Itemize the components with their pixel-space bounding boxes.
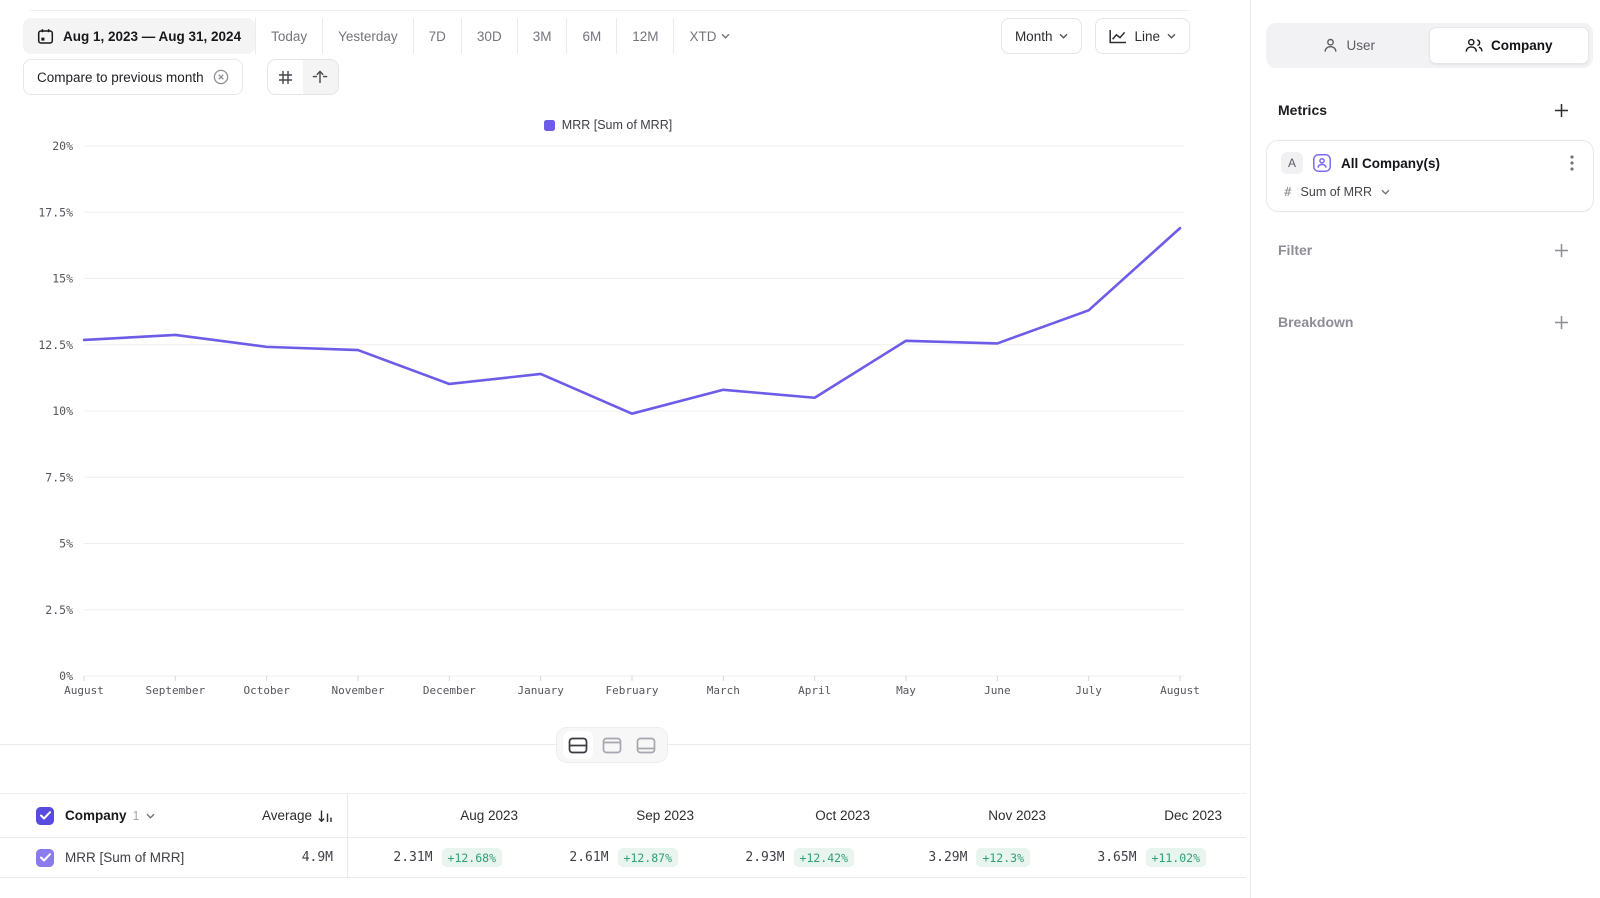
- x-axis-month-label: May: [896, 684, 916, 697]
- x-axis-month-label: April: [798, 684, 831, 697]
- entity-count: 1: [133, 809, 140, 823]
- aggregation-label: Sum of MRR: [1301, 185, 1373, 199]
- y-axis-tick-label: 20%: [52, 139, 73, 153]
- layout-split-icon: [568, 737, 588, 754]
- table-column-header[interactable]: Sep 2023: [524, 808, 700, 823]
- layout-table-only-button[interactable]: [631, 731, 661, 759]
- delta-badge: +12.42%: [794, 848, 854, 867]
- company-metric-icon: [1312, 153, 1332, 173]
- table-header-row: Company 1 Average Aug 2023Sep 2023Oct 20…: [0, 793, 1246, 838]
- x-axis-month-label: February: [606, 684, 659, 697]
- sort-icon[interactable]: [318, 809, 333, 823]
- toggle-company[interactable]: Company: [1429, 27, 1590, 64]
- breakdown-table: Company 1 Average Aug 2023Sep 2023Oct 20…: [0, 793, 1246, 878]
- x-axis-month-label: June: [984, 684, 1011, 697]
- x-axis-month-label: January: [517, 684, 564, 697]
- layout-bottom-bar-icon: [636, 737, 656, 754]
- breakdown-section-header: Breakdown: [1278, 313, 1570, 331]
- x-axis-month-label: November: [332, 684, 385, 697]
- metric-name: All Company(s): [1341, 156, 1554, 171]
- y-axis-tick-label: 7.5%: [45, 470, 73, 484]
- add-filter-button[interactable]: [1552, 241, 1570, 259]
- table-column-header[interactable]: Oct 2023: [700, 808, 876, 823]
- x-axis-month-label: October: [243, 684, 290, 697]
- layout-split-button[interactable]: [563, 731, 593, 759]
- row-average-value: 4.9M: [302, 850, 333, 865]
- table-column-header[interactable]: Nov 2023: [876, 808, 1052, 823]
- table-cell: 3.65M +11.02%: [1052, 848, 1228, 867]
- layout-chart-only-button[interactable]: [597, 731, 627, 759]
- cell-value: 2.61M: [569, 850, 608, 865]
- delta-badge: +12.68%: [442, 848, 502, 867]
- toggle-company-label: Company: [1491, 38, 1553, 53]
- metrics-section-header: Metrics: [1278, 101, 1570, 119]
- breakdown-title: Breakdown: [1278, 314, 1353, 330]
- table-cell: 2.61M +12.87%: [524, 848, 700, 867]
- layout-switcher: [556, 727, 668, 763]
- user-icon: [1323, 38, 1338, 53]
- filter-title: Filter: [1278, 242, 1312, 258]
- entity-toggle: User Company: [1266, 23, 1593, 68]
- company-icon: [1465, 38, 1483, 53]
- y-axis-tick-label: 0%: [59, 669, 73, 683]
- entity-column-label[interactable]: Company: [65, 808, 127, 823]
- main-panel: Aug 1, 2023 — Aug 31, 2024 TodayYesterda…: [0, 0, 1250, 898]
- metric-letter-badge: A: [1281, 152, 1303, 174]
- chevron-down-icon[interactable]: [146, 813, 155, 819]
- table-cell: 2.31M +12.68%: [348, 848, 524, 867]
- x-axis-month-label: July: [1075, 684, 1102, 697]
- delta-badge: +11.02%: [1146, 848, 1206, 867]
- average-column-label[interactable]: Average: [262, 808, 312, 823]
- table-column-header[interactable]: Dec 2023: [1052, 808, 1228, 823]
- cell-value: 2.93M: [745, 850, 784, 865]
- table-column-header[interactable]: Aug 2023: [348, 808, 524, 823]
- cell-value: 2.31M: [393, 850, 432, 865]
- cell-value: 3.29M: [928, 850, 967, 865]
- y-axis-tick-label: 5%: [59, 537, 73, 551]
- number-icon: #: [1284, 184, 1292, 199]
- layout-top-bar-icon: [602, 737, 622, 754]
- select-all-checkbox[interactable]: [36, 807, 54, 825]
- cell-value: 3.65M: [1097, 850, 1136, 865]
- table-row: MRR [Sum of MRR] 4.9M 2.31M +12.68% 2.61M +12…: [0, 838, 1246, 878]
- x-axis-month-label: December: [423, 684, 476, 697]
- aggregation-selector[interactable]: # Sum of MRR: [1284, 184, 1581, 199]
- x-axis-month-label: August: [64, 684, 104, 697]
- y-axis-tick-label: 17.5%: [38, 205, 73, 219]
- x-axis-month-label: March: [707, 684, 740, 697]
- y-axis-tick-label: 12.5%: [38, 338, 73, 352]
- row-metric-label[interactable]: MRR [Sum of MRR]: [65, 850, 184, 865]
- x-axis-month-label: September: [146, 684, 206, 697]
- table-cell: 2.93M +12.42%: [700, 848, 876, 867]
- metrics-title: Metrics: [1278, 102, 1327, 118]
- toggle-user[interactable]: User: [1270, 27, 1429, 64]
- metric-options-kebab[interactable]: [1563, 154, 1581, 172]
- row-checkbox[interactable]: [36, 849, 54, 867]
- delta-badge: +12.3%: [976, 848, 1030, 867]
- add-breakdown-button[interactable]: [1552, 313, 1570, 331]
- y-axis-tick-label: 15%: [52, 272, 73, 286]
- mrr-line-chart[interactable]: 0% 2.5% 5% 7.5% 10% 12.5% 15% 17.5% 20% August Sep…: [0, 0, 1250, 744]
- y-axis-tick-label: 10%: [52, 404, 73, 418]
- toggle-user-label: User: [1346, 38, 1375, 53]
- table-cell: 3.29M +12.3%: [876, 848, 1052, 867]
- metric-card[interactable]: A All Company(s) # Sum of MRR: [1266, 140, 1594, 212]
- filter-section-header: Filter: [1278, 241, 1570, 259]
- y-axis-tick-label: 2.5%: [45, 603, 73, 617]
- config-sidebar: User Company Metrics A: [1250, 0, 1600, 898]
- x-axis-month-label: August: [1160, 684, 1200, 697]
- delta-badge: +12.87%: [618, 848, 678, 867]
- add-metric-button[interactable]: [1552, 101, 1570, 119]
- chevron-down-icon: [1381, 189, 1390, 195]
